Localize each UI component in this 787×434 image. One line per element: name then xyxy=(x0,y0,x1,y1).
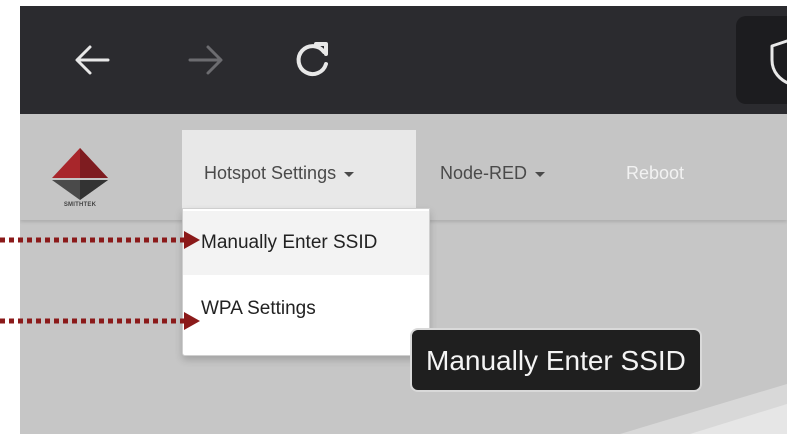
nav-hotspot-settings[interactable]: Hotspot Settings xyxy=(182,130,416,220)
url-bar[interactable] xyxy=(736,16,787,104)
caret-down-icon xyxy=(344,171,355,177)
reload-icon xyxy=(296,42,328,77)
nav-hotspot-settings-label: Hotspot Settings xyxy=(204,163,337,183)
arrow-left-icon xyxy=(75,45,110,75)
nav-node-red[interactable]: Node-RED xyxy=(418,130,567,220)
arrow-right-icon xyxy=(188,45,223,75)
tooltip: Manually Enter SSID xyxy=(410,328,702,392)
forward-button[interactable] xyxy=(182,36,230,84)
back-button[interactable] xyxy=(68,36,116,84)
menu-item-manually-enter-ssid[interactable]: Manually Enter SSID xyxy=(183,211,429,275)
menu-item-wpa-settings[interactable]: WPA Settings xyxy=(183,277,429,341)
browser-toolbar xyxy=(20,6,787,114)
caret-down-icon xyxy=(535,171,546,177)
shield-icon[interactable] xyxy=(766,36,787,88)
logo-text: SMITHTEK xyxy=(63,202,97,208)
nav-node-red-label: Node-RED xyxy=(440,163,528,183)
reload-button[interactable] xyxy=(288,36,336,84)
nav-reboot[interactable]: Reboot xyxy=(604,130,706,220)
hotspot-settings-dropdown: Manually Enter SSID WPA Settings xyxy=(182,208,430,356)
nav-reboot-label: Reboot xyxy=(626,163,685,183)
site-logo[interactable]: SMITHTEK xyxy=(48,144,112,210)
logo-icon xyxy=(52,148,108,200)
site-navbar: SMITHTEK Hotspot Settings Node-RED Reboo… xyxy=(20,114,787,220)
